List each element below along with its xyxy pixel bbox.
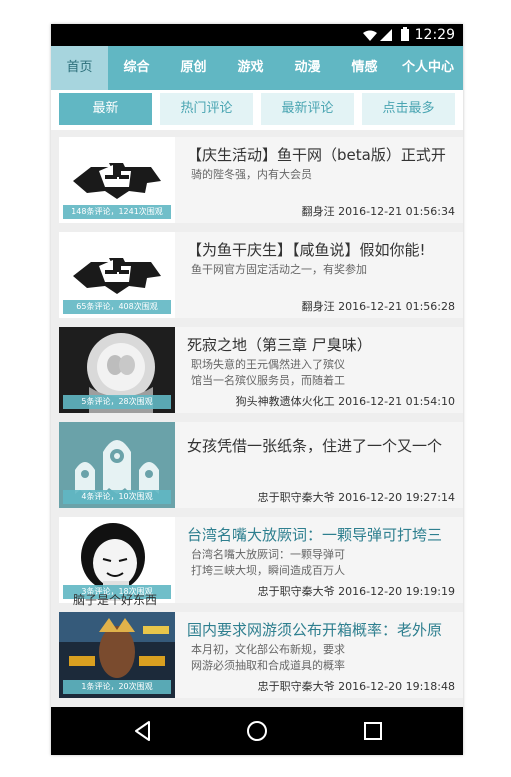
author: 忠于职守秦大爷 xyxy=(257,491,335,504)
stats-caption: 148条评论，1241次围观 xyxy=(63,205,171,219)
article-meta: 忠于职守秦大爷 2016-12-20 19:19:19 xyxy=(258,583,455,599)
system-nav-bar xyxy=(51,707,463,755)
date: 2016-12-21 01:56:28 xyxy=(338,300,455,313)
author: 狗头神教遗体火化工 xyxy=(235,395,335,408)
tab-original[interactable]: 原创 xyxy=(165,46,222,90)
author: 翻身汪 xyxy=(301,300,335,313)
battery-icon xyxy=(401,27,409,41)
article-title: 死寂之地（第三章 尸臭味） xyxy=(187,336,372,354)
article-thumbnail: 1条评论，20次围观 xyxy=(59,612,175,698)
status-bar: 12:29 xyxy=(51,24,463,46)
author: 翻身汪 xyxy=(301,205,335,218)
article-title: 国内要求网游须公布开箱概率：老外原 xyxy=(187,621,443,639)
article-summary: 职场失意的王元偶然进入了殡仪馆当一名殡仪服务员，而随着工作时间的加长，王元见识到 xyxy=(191,358,345,387)
article-summary: 台湾名嘴大放厥词：一颗导弹可打垮三峡大坝，瞬间造成百万人死亡 xyxy=(191,548,345,577)
stats-caption: 4条评论，10次围观 xyxy=(63,490,171,504)
author: 忠于职守秦大爷 xyxy=(257,585,335,598)
list-item[interactable]: 3条评论，18次围观 脑子是个好东西 台湾名嘴大放厥词：一颗导弹可打垮三 台湾名… xyxy=(59,517,463,607)
filter-latest[interactable]: 最新 xyxy=(59,93,152,125)
tab-general[interactable]: 综合 xyxy=(108,46,165,90)
article-title: 【为鱼干庆生】【咸鱼说】假如你能! xyxy=(187,241,426,259)
date: 2016-12-20 19:18:48 xyxy=(338,680,455,693)
wifi-icon xyxy=(363,30,377,41)
article-meta: 翻身汪 2016-12-21 01:56:28 xyxy=(302,298,455,314)
recents-icon[interactable] xyxy=(361,719,385,743)
filter-hot-comments[interactable]: 热门评论 xyxy=(160,93,253,125)
date: 2016-12-21 01:56:34 xyxy=(338,205,455,218)
article-summary: 本月初，文化部公布新规，要求网游必须抽取和合成道具的概率 xyxy=(191,643,345,672)
list-item[interactable]: 1条评论，20次围观 国内要求网游须公布开箱概率：老外原 本月初，文化部公布新规… xyxy=(59,612,463,698)
clock: 12:29 xyxy=(414,27,455,43)
stats-caption: 5条评论，28次围观 xyxy=(63,395,171,409)
article-meta: 忠于职守秦大爷 2016-12-20 19:27:14 xyxy=(258,489,455,505)
date: 2016-12-20 19:27:14 xyxy=(338,491,455,504)
list-item[interactable]: 4条评论，10次围观 女孩凭借一张纸条，住进了一个又一个 忠于职守秦大爷 201… xyxy=(59,422,463,508)
phone-screen: 12:29 首页 综合 原创 游戏 动漫 情感 个人中心 最新 热门评论 最新评… xyxy=(51,24,463,755)
top-nav: 首页 综合 原创 游戏 动漫 情感 个人中心 xyxy=(51,46,463,90)
article-meta: 翻身汪 2016-12-21 01:56:34 xyxy=(302,203,455,219)
tab-emotion[interactable]: 情感 xyxy=(336,46,393,90)
list-item[interactable]: 5条评论，28次围观 死寂之地（第三章 尸臭味） 职场失意的王元偶然进入了殡仪馆… xyxy=(59,327,463,413)
home-icon[interactable] xyxy=(245,719,269,743)
article-title: 女孩凭借一张纸条，住进了一个又一个 xyxy=(187,437,443,455)
tab-home[interactable]: 首页 xyxy=(51,46,108,90)
article-thumbnail: 4条评论，10次围观 xyxy=(59,422,175,508)
article-title: 台湾名嘴大放厥词：一颗导弹可打垮三 xyxy=(187,526,443,544)
list-item[interactable]: 148条评论，1241次围观 【庆生活动】鱼干网（beta版）正式开 骑的陛冬强… xyxy=(59,137,463,223)
article-meta: 狗头神教遗体火化工 2016-12-21 01:54:10 xyxy=(236,393,455,409)
tab-profile[interactable]: 个人中心 xyxy=(393,46,463,90)
signal-icon xyxy=(380,29,392,41)
article-summary: 骑的陛冬强，内有大会员 xyxy=(191,168,312,181)
sub-nav: 最新 热门评论 最新评论 点击最多 xyxy=(51,90,463,130)
thumbnail-overlay-text: 脑子是个好东西 xyxy=(73,593,158,607)
article-meta: 忠于职守秦大爷 2016-12-20 19:18:48 xyxy=(258,678,455,694)
filter-most-clicked[interactable]: 点击最多 xyxy=(362,93,455,125)
stats-caption: 1条评论，20次围观 xyxy=(63,680,171,694)
filter-latest-comments[interactable]: 最新评论 xyxy=(261,93,354,125)
tab-games[interactable]: 游戏 xyxy=(222,46,279,90)
list-item[interactable]: 65条评论，408次围观 【为鱼干庆生】【咸鱼说】假如你能! 鱼干网官方固定活动… xyxy=(59,232,463,318)
article-thumbnail: 65条评论，408次围观 xyxy=(59,232,175,318)
article-summary: 鱼干网官方固定活动之一，有奖参加 xyxy=(191,263,367,276)
article-title: 【庆生活动】鱼干网（beta版）正式开 xyxy=(187,146,446,164)
article-thumbnail: 5条评论，28次围观 xyxy=(59,327,175,413)
article-thumbnail: 148条评论，1241次围观 xyxy=(59,137,175,223)
date: 2016-12-21 01:54:10 xyxy=(338,395,455,408)
article-list: 148条评论，1241次围观 【庆生活动】鱼干网（beta版）正式开 骑的陛冬强… xyxy=(59,137,463,707)
stats-caption: 65条评论，408次围观 xyxy=(63,300,171,314)
tab-anime[interactable]: 动漫 xyxy=(279,46,336,90)
date: 2016-12-20 19:19:19 xyxy=(338,585,455,598)
back-icon[interactable] xyxy=(131,719,155,743)
author: 忠于职守秦大爷 xyxy=(257,680,335,693)
